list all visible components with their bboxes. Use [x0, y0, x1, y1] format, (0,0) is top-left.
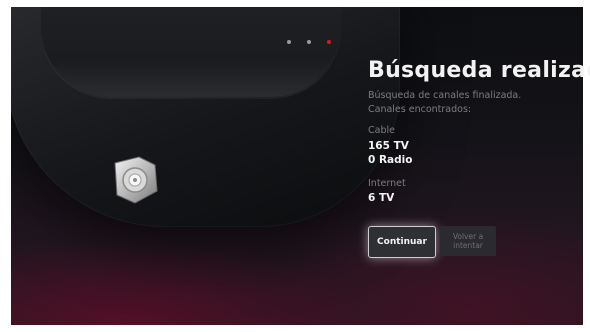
- subtitle-line-1: Búsqueda de canales finalizada.: [368, 90, 522, 101]
- step-indicator: [287, 40, 331, 44]
- set-top-box-lid: [41, 7, 341, 97]
- coax-connector-icon: [114, 156, 158, 204]
- internet-tv-count: 6 TV: [368, 192, 395, 204]
- step-dot-active: [327, 40, 331, 44]
- step-dot: [287, 40, 291, 44]
- cable-label: Cable: [368, 125, 395, 136]
- set-top-box-image: [11, 7, 400, 227]
- internet-label: Internet: [368, 178, 406, 189]
- retry-button[interactable]: Volver a intentar: [440, 226, 496, 256]
- step-dot: [307, 40, 311, 44]
- retry-button-label: Volver a intentar: [452, 232, 484, 250]
- cable-tv-count: 165 TV: [368, 140, 409, 152]
- continue-button[interactable]: Continuar: [368, 226, 436, 258]
- subtitle-line-2: Canales encontrados:: [368, 104, 472, 115]
- cable-radio-count: 0 Radio: [368, 154, 413, 166]
- page-title: Búsqueda realizada: [368, 58, 590, 83]
- tv-screen: [11, 7, 583, 325]
